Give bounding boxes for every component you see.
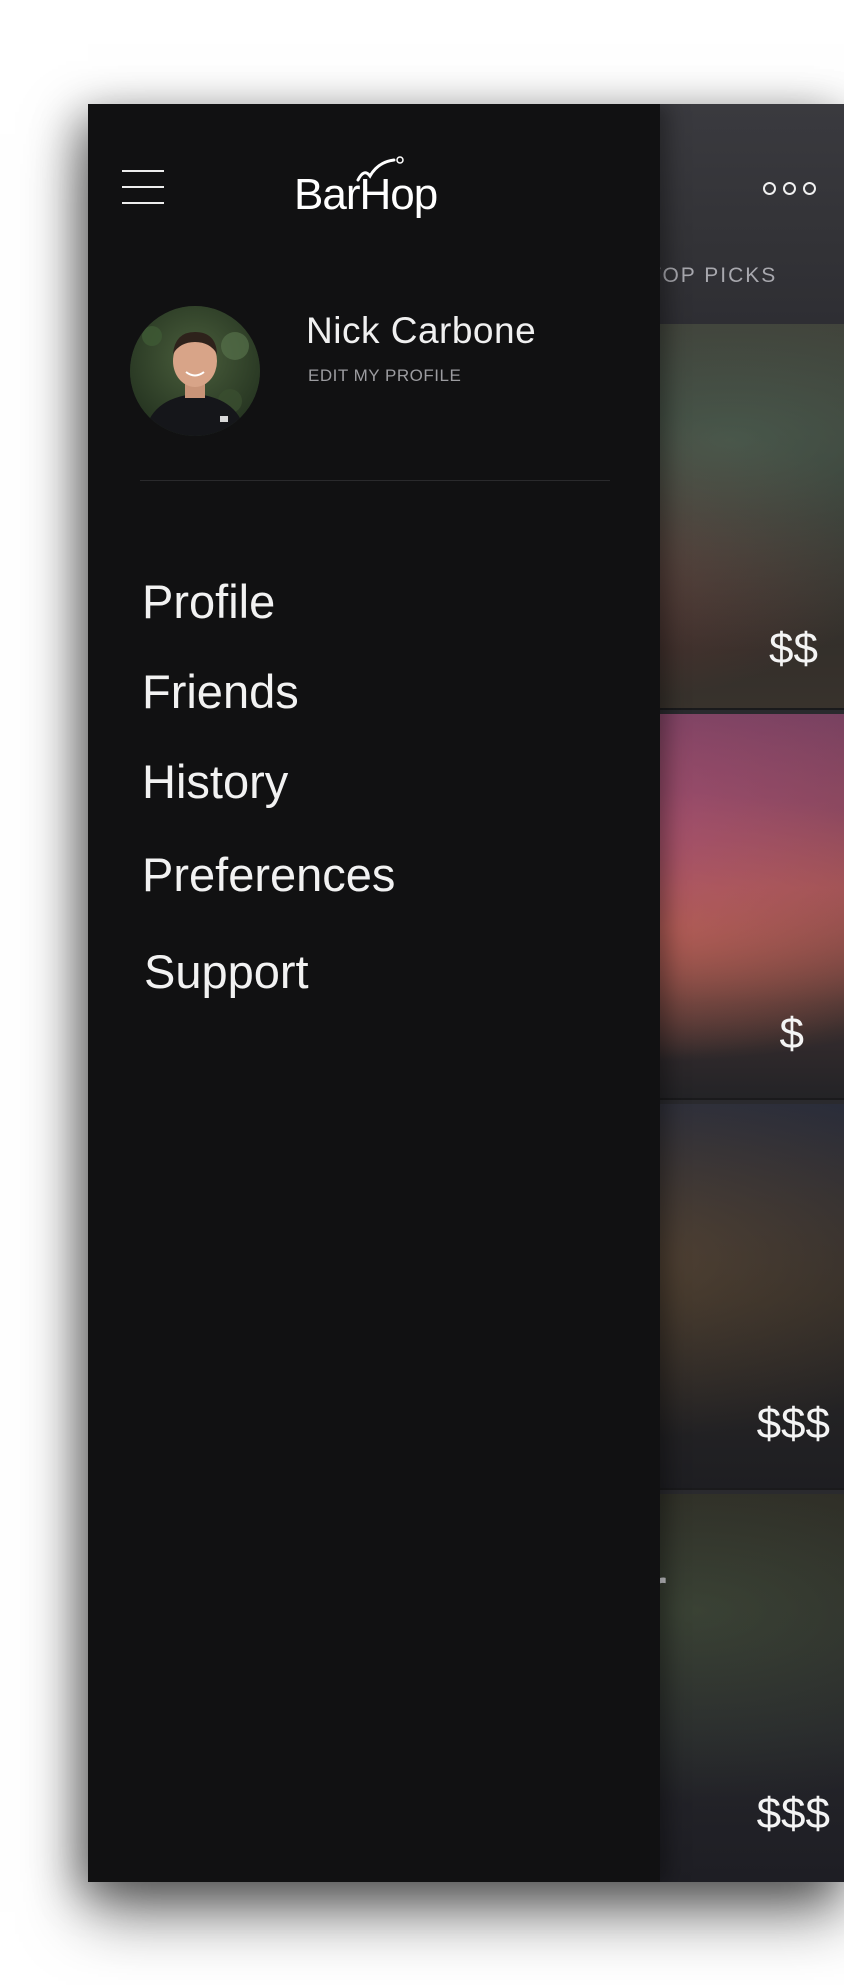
logo-check-icon <box>356 156 404 182</box>
user-name: Nick Carbone <box>306 310 537 351</box>
menu-item-friends[interactable]: Friends <box>142 664 299 719</box>
avatar[interactable] <box>130 306 260 436</box>
bar-card-price: $$ <box>769 624 818 673</box>
divider <box>140 480 610 481</box>
menu-item-profile[interactable]: Profile <box>142 574 275 629</box>
more-options-icon[interactable] <box>763 182 816 195</box>
edit-profile-link[interactable]: EDIT MY PROFILE <box>308 366 461 386</box>
menu-item-preferences[interactable]: Preferences <box>142 847 395 902</box>
bar-card-price: $$$ <box>756 1399 830 1448</box>
hamburger-menu-icon[interactable] <box>122 170 164 206</box>
menu-item-support[interactable]: Support <box>144 944 309 999</box>
bar-card-price: $ <box>779 1009 804 1058</box>
bar-card-price: $$$ <box>756 1789 830 1838</box>
barhop-logo: BarHop <box>294 154 444 224</box>
menu-item-history[interactable]: History <box>142 754 288 809</box>
phone-screen: TOP PICKS s $$ $ $$$ ar $$$ BarHop <box>88 104 844 1882</box>
tab-top-picks[interactable]: TOP PICKS <box>648 264 777 288</box>
side-drawer: BarHop Nick Carbone EDIT MY PROFILE Prof… <box>88 104 660 1882</box>
